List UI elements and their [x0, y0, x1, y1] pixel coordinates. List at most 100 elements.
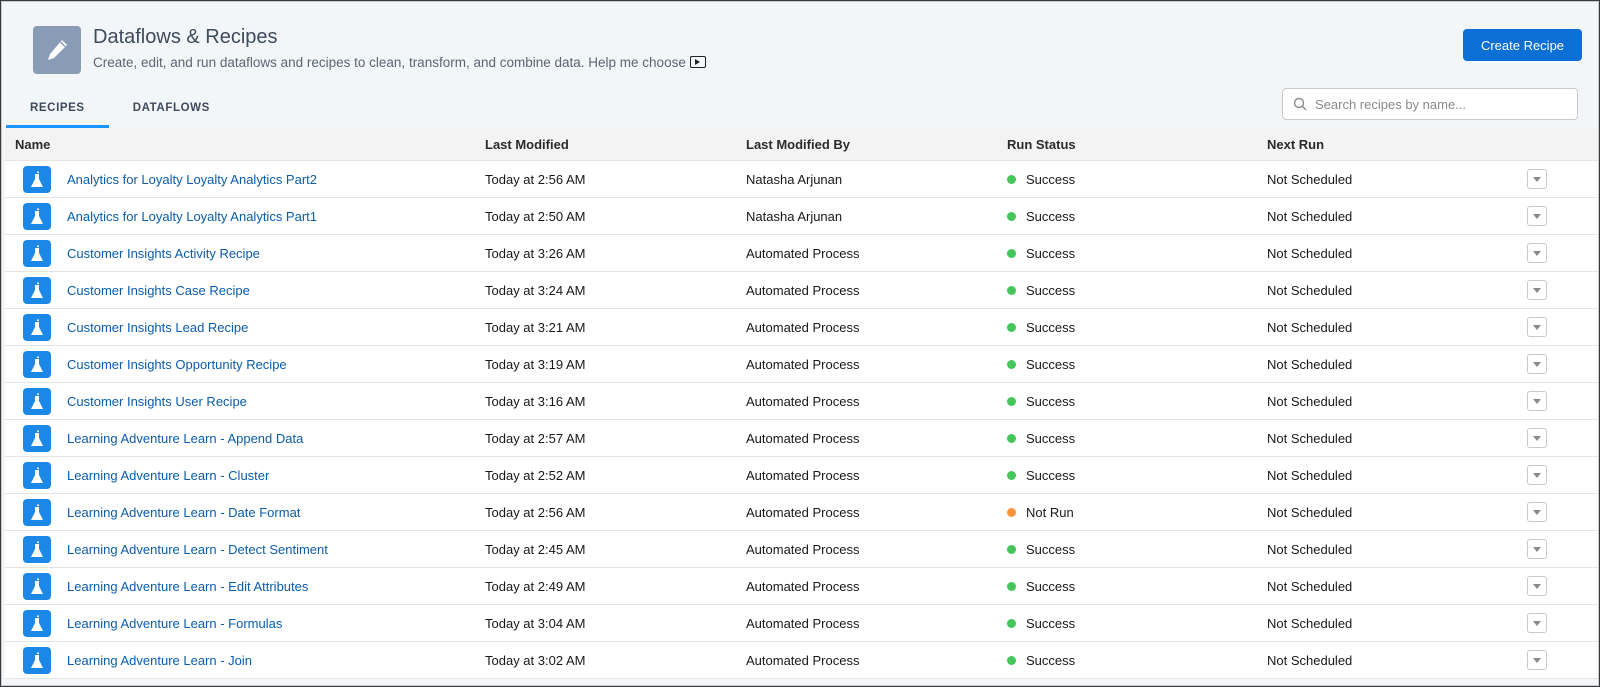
run-status-cell: Success: [1007, 357, 1075, 372]
recipe-name-link[interactable]: Customer Insights Opportunity Recipe: [67, 357, 287, 372]
page-subtitle: Create, edit, and run dataflows and reci…: [93, 55, 706, 70]
table-header: Name Last Modified Last Modified By Run …: [5, 128, 1598, 161]
row-actions-dropdown-button[interactable]: [1527, 613, 1547, 633]
recipe-name-link[interactable]: Customer Insights Lead Recipe: [67, 320, 248, 335]
column-header-next-run[interactable]: Next Run: [1267, 137, 1324, 152]
row-actions-dropdown-button[interactable]: [1527, 576, 1547, 596]
row-actions-dropdown-button[interactable]: [1527, 650, 1547, 670]
run-status-cell: Success: [1007, 542, 1075, 557]
recipe-name-link[interactable]: Customer Insights Activity Recipe: [67, 246, 260, 261]
next-run-cell: Not Scheduled: [1267, 467, 1353, 483]
run-status-cell: Not Run: [1007, 505, 1074, 520]
table-row: Learning Adventure Learn - Join Today at…: [5, 642, 1598, 679]
column-header-run-status[interactable]: Run Status: [1007, 137, 1076, 152]
status-text: Success: [1026, 578, 1076, 594]
status-text: Success: [1026, 356, 1076, 372]
next-run-cell: Not Scheduled: [1267, 578, 1353, 594]
last-modified-cell: Today at 3:02 AM: [485, 652, 586, 668]
recipe-flask-icon: [23, 314, 51, 341]
video-play-icon[interactable]: [689, 56, 706, 69]
next-run-cell: Not Scheduled: [1267, 319, 1353, 335]
create-recipe-button[interactable]: Create Recipe: [1463, 29, 1582, 61]
status-dot-icon: [1007, 285, 1016, 295]
last-modified-by-cell: Automated Process: [746, 319, 860, 335]
run-status-cell: Success: [1007, 172, 1075, 187]
last-modified-by-cell: Automated Process: [746, 245, 860, 261]
next-run-cell: Not Scheduled: [1267, 430, 1353, 446]
recipe-name-link[interactable]: Analytics for Loyalty Loyalty Analytics …: [67, 209, 317, 224]
status-text: Success: [1026, 208, 1076, 224]
row-actions-dropdown-button[interactable]: [1527, 502, 1547, 522]
row-actions-dropdown-button[interactable]: [1527, 465, 1547, 485]
run-status-cell: Success: [1007, 579, 1075, 594]
recipe-name-link[interactable]: Customer Insights Case Recipe: [67, 283, 250, 298]
recipe-flask-icon: [23, 351, 51, 378]
row-actions-dropdown-button[interactable]: [1527, 539, 1547, 559]
next-run-cell: Not Scheduled: [1267, 171, 1353, 187]
row-actions-dropdown-button[interactable]: [1527, 280, 1547, 300]
next-run-cell: Not Scheduled: [1267, 282, 1353, 298]
recipe-flask-icon: [23, 462, 51, 489]
row-actions-dropdown-button[interactable]: [1527, 428, 1547, 448]
column-header-name[interactable]: Name: [15, 137, 50, 152]
status-dot-icon: [1007, 433, 1016, 443]
page-title: Dataflows & Recipes: [93, 26, 278, 48]
next-run-cell: Not Scheduled: [1267, 615, 1353, 631]
tab-bar: RECIPES DATAFLOWS: [6, 91, 234, 128]
search-input[interactable]: [1315, 96, 1565, 112]
status-text: Success: [1026, 171, 1076, 187]
status-dot-icon: [1007, 618, 1016, 628]
column-header-last-modified-by[interactable]: Last Modified By: [746, 137, 850, 152]
run-status-cell: Success: [1007, 653, 1075, 668]
recipe-name-link[interactable]: Learning Adventure Learn - Append Data: [67, 431, 303, 446]
column-header-last-modified[interactable]: Last Modified: [485, 137, 569, 152]
row-actions-dropdown-button[interactable]: [1527, 206, 1547, 226]
last-modified-cell: Today at 2:52 AM: [485, 467, 586, 483]
recipe-name-link[interactable]: Learning Adventure Learn - Cluster: [67, 468, 269, 483]
last-modified-by-cell: Automated Process: [746, 430, 860, 446]
last-modified-cell: Today at 3:21 AM: [485, 319, 586, 335]
last-modified-cell: Today at 3:16 AM: [485, 393, 586, 409]
last-modified-by-cell: Automated Process: [746, 504, 860, 520]
status-text: Not Run: [1026, 504, 1074, 520]
recipe-name-link[interactable]: Customer Insights User Recipe: [67, 394, 247, 409]
recipe-flask-icon: [23, 425, 51, 452]
status-dot-icon: [1007, 322, 1016, 332]
recipe-name-link[interactable]: Learning Adventure Learn - Date Format: [67, 505, 300, 520]
status-text: Success: [1026, 541, 1076, 557]
status-text: Success: [1026, 467, 1076, 483]
search-box: [1282, 88, 1578, 120]
recipe-name-link[interactable]: Learning Adventure Learn - Detect Sentim…: [67, 542, 328, 557]
row-actions-dropdown-button[interactable]: [1527, 354, 1547, 374]
recipe-name-link[interactable]: Learning Adventure Learn - Formulas: [67, 616, 282, 631]
table-row: Learning Adventure Learn - Cluster Today…: [5, 457, 1598, 494]
row-actions-dropdown-button[interactable]: [1527, 243, 1547, 263]
row-actions-dropdown-button[interactable]: [1527, 169, 1547, 189]
status-text: Success: [1026, 393, 1076, 409]
run-status-cell: Success: [1007, 320, 1075, 335]
table-row: Learning Adventure Learn - Edit Attribut…: [5, 568, 1598, 605]
status-dot-icon: [1007, 655, 1016, 665]
recipe-name-link[interactable]: Analytics for Loyalty Loyalty Analytics …: [67, 172, 317, 187]
next-run-cell: Not Scheduled: [1267, 504, 1353, 520]
last-modified-cell: Today at 2:57 AM: [485, 430, 586, 446]
run-status-cell: Success: [1007, 431, 1075, 446]
recipe-flask-icon: [23, 536, 51, 563]
recipe-name-link[interactable]: Learning Adventure Learn - Join: [67, 653, 252, 668]
last-modified-cell: Today at 3:04 AM: [485, 615, 586, 631]
row-actions-dropdown-button[interactable]: [1527, 317, 1547, 337]
tab-dataflows[interactable]: DATAFLOWS: [109, 91, 234, 128]
tab-recipes[interactable]: RECIPES: [6, 91, 109, 128]
last-modified-cell: Today at 3:26 AM: [485, 245, 586, 261]
table-row: Analytics for Loyalty Loyalty Analytics …: [5, 198, 1598, 235]
status-text: Success: [1026, 245, 1076, 261]
recipe-flask-icon: [23, 499, 51, 526]
table-row: Analytics for Loyalty Loyalty Analytics …: [5, 161, 1598, 198]
row-actions-dropdown-button[interactable]: [1527, 391, 1547, 411]
table-row: Customer Insights Lead Recipe Today at 3…: [5, 309, 1598, 346]
run-status-cell: Success: [1007, 616, 1075, 631]
recipe-flask-icon: [23, 203, 51, 230]
recipe-name-link[interactable]: Learning Adventure Learn - Edit Attribut…: [67, 579, 308, 594]
status-dot-icon: [1007, 359, 1016, 369]
recipe-flask-icon: [23, 388, 51, 415]
